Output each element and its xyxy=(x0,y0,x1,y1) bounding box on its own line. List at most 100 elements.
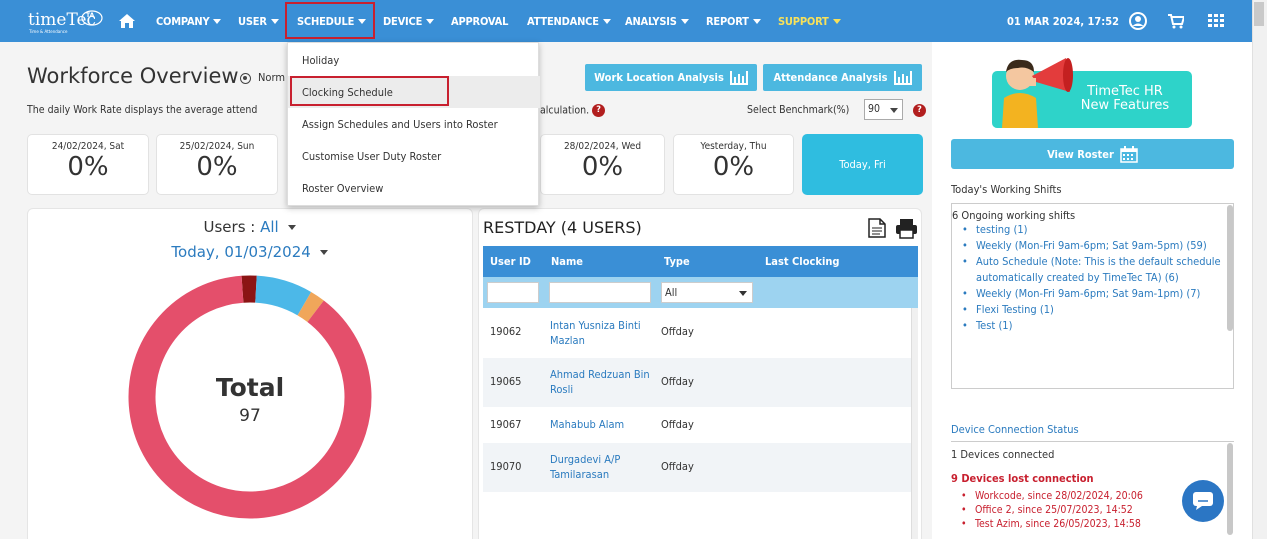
working-shifts-title: Today's Working Shifts xyxy=(951,183,1062,196)
table-row[interactable]: 19067 Mahabub Alam Offday xyxy=(483,407,911,443)
shift-item[interactable]: Flexi Testing (1) xyxy=(960,302,1223,318)
menu-item-assign-schedules[interactable]: Assign Schedules and Users into Roster xyxy=(288,108,540,140)
user-icon xyxy=(1129,12,1147,30)
nav-user[interactable]: USER xyxy=(238,0,279,42)
column-header-name[interactable]: Name xyxy=(551,255,583,268)
cart-icon xyxy=(1168,13,1184,28)
nav-support[interactable]: SUPPORT xyxy=(778,0,841,42)
total-value: 97 xyxy=(239,406,261,426)
grid-icon xyxy=(1208,14,1224,27)
nav-report[interactable]: REPORT xyxy=(706,0,761,42)
device-status-title[interactable]: Device Connection Status xyxy=(951,423,1079,436)
document-icon[interactable] xyxy=(868,218,886,238)
nav-attendance[interactable]: ATTENDANCE xyxy=(527,0,611,42)
device-scrollbar[interactable] xyxy=(1227,443,1233,535)
schedule-highlight-box xyxy=(285,2,375,39)
ongoing-shifts-count: 6 Ongoing working shifts xyxy=(952,209,1076,222)
attendance-analysis-label: Attendance Analysis xyxy=(773,71,888,84)
table-row[interactable]: 19065 Ahmad Redzuan Bin Rosli Offday xyxy=(483,358,911,407)
shift-item[interactable]: Weekly (Mon-Fri 9am-6pm; Sat 9am-5pm) (5… xyxy=(960,238,1223,254)
day-card-today[interactable]: Today, Fri xyxy=(802,134,923,195)
attendance-analysis-button[interactable]: Attendance Analysis xyxy=(763,64,922,91)
restday-filter-row: All xyxy=(483,277,918,308)
day-card[interactable]: 24/02/2024, Sat 0% xyxy=(27,134,149,195)
date-filter[interactable]: Today, 01/03/2024 xyxy=(27,243,472,261)
shift-item[interactable]: Auto Schedule (Note: This is the default… xyxy=(960,254,1223,286)
shift-item[interactable]: Test (1) xyxy=(960,318,1223,334)
home-button[interactable] xyxy=(112,0,142,42)
row-name[interactable]: Ahmad Redzuan Bin Rosli xyxy=(550,367,650,397)
nav-approval[interactable]: APPROVAL xyxy=(451,0,508,42)
mode-label: Norm xyxy=(258,71,285,84)
menu-item-customise-duty-roster[interactable]: Customise User Duty Roster xyxy=(288,140,540,172)
work-rate-description: The daily Work Rate displays the average… xyxy=(27,104,258,116)
nav-analysis[interactable]: ANALYSIS xyxy=(625,0,689,42)
chevron-down-icon xyxy=(213,18,222,24)
nav-device[interactable]: DEVICE xyxy=(383,0,435,42)
day-percent: 0% xyxy=(581,152,624,182)
users-filter-value: All xyxy=(260,218,279,236)
chevron-down-icon xyxy=(752,18,761,24)
day-percent: 0% xyxy=(67,152,109,182)
timetec-logo[interactable]: timeTec TA Time & Attendance xyxy=(28,6,104,36)
view-roster-label: View Roster xyxy=(1047,147,1114,161)
working-shifts-list: 6 Ongoing working shifts testing (1) Wee… xyxy=(951,203,1234,389)
table-row[interactable]: 19070 Durgadevi A/P Tamilarasan Offday xyxy=(483,443,911,492)
day-date: Today, Fri xyxy=(839,158,886,171)
chevron-down-icon xyxy=(890,108,898,113)
chevron-down-icon xyxy=(680,18,689,24)
column-header-user-id[interactable]: User ID xyxy=(490,255,531,268)
work-location-analysis-label: Work Location Analysis xyxy=(594,71,724,84)
day-date: 28/02/2024, Wed xyxy=(563,141,642,152)
day-card[interactable]: 28/02/2024, Wed 0% xyxy=(540,134,665,195)
banner-line-2: New Features xyxy=(1080,98,1170,113)
benchmark-select[interactable]: 90 xyxy=(864,99,903,120)
normal-mode-radio[interactable] xyxy=(240,73,251,84)
view-roster-button[interactable]: View Roster xyxy=(951,139,1234,169)
menu-item-holiday[interactable]: Holiday xyxy=(288,44,540,76)
row-user-id: 19067 xyxy=(490,418,522,431)
page-scrollbar[interactable] xyxy=(1252,0,1267,539)
day-card[interactable]: 25/02/2024, Sun 0% xyxy=(156,134,278,195)
live-chat-button[interactable] xyxy=(1182,480,1224,522)
work-location-analysis-button[interactable]: Work Location Analysis xyxy=(585,64,757,91)
shift-item[interactable]: Weekly (Mon-Fri 9am-6pm; Sat 9am-1pm) (7… xyxy=(960,286,1223,302)
row-user-id: 19070 xyxy=(490,460,522,473)
nav-report-label: REPORT xyxy=(706,14,749,28)
menu-item-roster-overview[interactable]: Roster Overview xyxy=(288,172,540,204)
day-card[interactable]: Yesterday, Thu 0% xyxy=(673,134,794,195)
apps-menu-button[interactable] xyxy=(1206,11,1226,31)
chevron-down-icon xyxy=(739,291,747,296)
print-icon[interactable] xyxy=(895,218,918,239)
cart-button[interactable] xyxy=(1166,11,1186,31)
row-name[interactable]: Durgadevi A/P Tamilarasan xyxy=(550,452,650,482)
devices-connected: 1 Devices connected xyxy=(951,448,1055,461)
name-filter-input[interactable] xyxy=(549,282,651,303)
type-filter-select[interactable]: All xyxy=(661,282,753,303)
shift-item[interactable]: testing (1) xyxy=(960,222,1223,238)
chevron-down-icon xyxy=(287,225,296,230)
help-icon[interactable]: ? xyxy=(913,104,926,117)
help-icon[interactable]: ? xyxy=(592,104,606,117)
shifts-scrollbar[interactable] xyxy=(1227,205,1233,331)
row-type: Offday xyxy=(661,418,694,431)
user-id-filter-input[interactable] xyxy=(487,282,539,303)
bar-chart-icon xyxy=(893,70,912,85)
users-filter[interactable]: Users : All xyxy=(27,218,472,236)
type-filter-value: All xyxy=(665,286,678,299)
row-name[interactable]: Intan Yusniza Binti Mazlan xyxy=(550,318,650,348)
column-header-last-clocking[interactable]: Last Clocking xyxy=(765,255,839,268)
table-row[interactable]: 19062 Intan Yusniza Binti Mazlan Offday xyxy=(483,308,911,358)
page-scrollbar-thumb[interactable] xyxy=(1254,2,1264,26)
nav-support-label: SUPPORT xyxy=(778,14,829,28)
row-type: Offday xyxy=(661,460,694,473)
row-name[interactable]: Mahabub Alam xyxy=(550,417,650,432)
home-icon xyxy=(119,14,135,28)
row-user-id: 19062 xyxy=(490,325,522,338)
table-scrollbar[interactable] xyxy=(911,308,918,539)
column-header-type[interactable]: Type xyxy=(664,255,690,268)
chevron-down-icon xyxy=(832,18,841,24)
nav-company[interactable]: COMPANY xyxy=(156,0,222,42)
banner-text: TimeTec HR New Features xyxy=(1060,85,1190,113)
user-profile-button[interactable] xyxy=(1128,11,1148,31)
